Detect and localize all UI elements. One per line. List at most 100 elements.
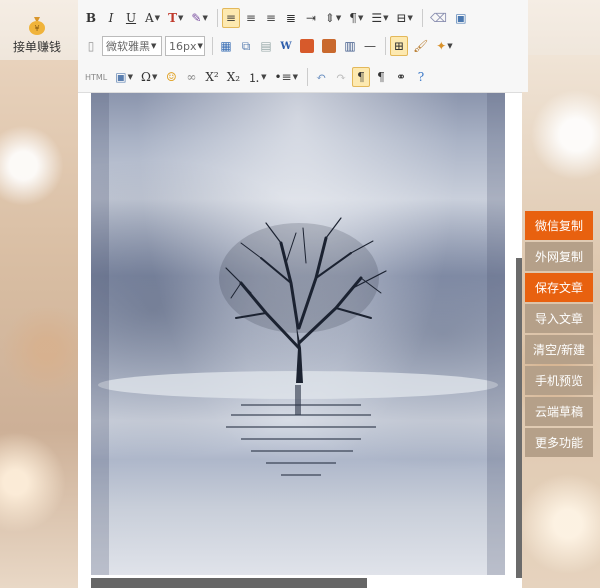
toolbar-row-1: B I U A ▼ T ▼ ✎ ▼ ≡ ≡ ≡ ≣ ⇥ ⇕ ▼ ¶ ▼ ☰ ▼ ⊟ ▼ ⌫ ▣: [78, 5, 472, 31]
more-features-button[interactable]: 更多功能: [525, 428, 593, 457]
paragraph-spacing-button[interactable]: ¶ ▼: [346, 8, 366, 28]
side-button-label: 外网复制: [534, 250, 583, 264]
magic-wand-icon: ✦: [436, 39, 447, 53]
toolbar-divider: [212, 37, 213, 55]
emoji-icon: ☺: [165, 70, 177, 84]
highlight-icon: ✎: [191, 11, 202, 25]
chevron-down-icon: ▼: [261, 73, 267, 81]
line-spacing-button[interactable]: ⇕ ▼: [322, 8, 344, 28]
import-article-button[interactable]: 导入文章: [525, 304, 593, 333]
word-import-button[interactable]: W: [277, 36, 295, 56]
align-left-button[interactable]: ≡: [221, 8, 240, 28]
cloud-draft-button[interactable]: 云端草稿: [525, 397, 593, 426]
superscript-button[interactable]: X²: [202, 67, 221, 87]
find-replace-button[interactable]: ⚭: [392, 67, 410, 87]
side-menu: 微信复制 外网复制 保存文章 导入文章 清空/新建 手机预览 云端草稿 更多功能: [525, 211, 593, 459]
subscript-button[interactable]: X₂: [224, 67, 243, 87]
toolbar-divider: [216, 9, 218, 27]
insert-shape-button[interactable]: ▣ ▼: [112, 67, 136, 87]
preview-button[interactable]: ▣: [452, 8, 470, 28]
subscript-icon: X₂: [226, 70, 241, 84]
align-right-button[interactable]: ≡: [262, 8, 280, 28]
shape-icon: ▣: [115, 70, 127, 84]
mobile-preview-button[interactable]: 手机预览: [525, 366, 593, 395]
redo-button[interactable]: ↷: [332, 67, 350, 87]
ltr-direction-button[interactable]: ¶: [352, 67, 370, 87]
emoji-button[interactable]: ☺: [162, 67, 180, 87]
insert-gallery-button[interactable]: [319, 36, 339, 56]
chevron-down-icon: ▼: [407, 14, 413, 22]
indent-button[interactable]: ⇥: [302, 8, 320, 28]
bold-button[interactable]: B: [82, 8, 100, 28]
row-spacing-button[interactable]: ☰ ▼: [368, 8, 391, 28]
indent-icon: ⇥: [305, 11, 316, 25]
tree-illustration: [91, 93, 505, 575]
help-button[interactable]: ?: [412, 67, 430, 87]
font-family-value: 微软雅黑: [106, 40, 150, 53]
earn-money-link[interactable]: ¥ 接单赚钱: [6, 14, 68, 55]
insert-image-button[interactable]: [297, 36, 317, 56]
rtl-direction-button[interactable]: ¶: [372, 67, 390, 87]
editor-content-area[interactable]: [78, 92, 522, 588]
html-source-button[interactable]: HTML: [82, 67, 110, 87]
rtl-direction-icon: ¶: [377, 70, 385, 84]
svg-text:¥: ¥: [34, 24, 39, 33]
font-color-glyph: A: [145, 11, 154, 25]
highlight-color-button[interactable]: ✎ ▼: [188, 8, 210, 28]
save-article-button[interactable]: 保存文章: [525, 273, 593, 302]
external-copy-button[interactable]: 外网复制: [525, 242, 593, 271]
eraser-button[interactable]: ⌫: [427, 8, 450, 28]
horizontal-scrollbar[interactable]: [91, 578, 367, 588]
insert-video-button[interactable]: ▥: [341, 36, 359, 56]
frame-icon: ⊞: [393, 39, 405, 53]
document-icon: ▯: [87, 39, 95, 53]
chevron-down-icon: ▼: [357, 14, 364, 22]
toolbar-divider: [421, 9, 423, 27]
paragraph-format-button[interactable]: ⊟ ▼: [393, 8, 415, 28]
undo-icon: ↶: [315, 70, 327, 84]
horizontal-rule-icon: —: [364, 39, 376, 53]
binoculars-icon: ⚭: [395, 70, 407, 84]
insert-frame-button[interactable]: ⊞: [390, 36, 408, 56]
clear-new-button[interactable]: 清空/新建: [525, 335, 593, 364]
side-button-label: 云端草稿: [534, 405, 583, 419]
table-icon: ▦: [220, 39, 232, 53]
ordered-list-button[interactable]: ⒈ ▼: [245, 67, 269, 87]
ordered-list-icon: ⒈: [248, 70, 261, 85]
underline-button[interactable]: U: [122, 8, 140, 28]
money-bag-icon: ¥: [29, 17, 45, 35]
insert-table-button[interactable]: ▦: [217, 36, 235, 56]
insert-template-button[interactable]: ⧉: [237, 36, 255, 56]
line-spacing-icon: ⇕: [324, 11, 335, 25]
toolbar-row-3: HTML ▣ ▼ Ω ▼ ☺ ∞ X² X₂ ⒈ ▼ •≡ ▼ ↶ ↷ ¶ ¶ ⚭ ?: [78, 64, 432, 90]
vertical-scrollbar[interactable]: [516, 258, 522, 578]
chevron-down-icon: ▼: [292, 73, 298, 81]
link-button[interactable]: ∞: [182, 67, 200, 87]
wechat-copy-button[interactable]: 微信复制: [525, 211, 593, 240]
page-background-left: [0, 60, 78, 588]
template-icon: ⧉: [241, 38, 251, 53]
font-family-select[interactable]: 微软雅黑 ▼: [102, 36, 162, 56]
brush-icon: 🖌: [413, 39, 429, 53]
link-icon: ∞: [186, 70, 197, 84]
special-char-button[interactable]: Ω ▼: [138, 67, 160, 87]
italic-button[interactable]: I: [102, 8, 120, 28]
font-size-value: 16px: [169, 39, 197, 53]
paste-button[interactable]: ▤: [257, 36, 275, 56]
horizontal-rule-button[interactable]: —: [361, 36, 379, 56]
undo-button[interactable]: ↶: [312, 67, 330, 87]
chevron-down-icon: ▼: [202, 14, 208, 22]
chevron-down-icon: ▼: [154, 14, 161, 22]
align-center-button[interactable]: ≡: [242, 8, 260, 28]
font-size-select[interactable]: 16px ▼: [165, 36, 205, 56]
text-style-button[interactable]: T ▼: [165, 8, 186, 28]
font-color-button[interactable]: A ▼: [142, 8, 163, 28]
side-button-label: 导入文章: [534, 312, 583, 326]
toolbar-row-2: ▯ 微软雅黑 ▼ 16px ▼ ▦ ⧉ ▤ W ▥ — ⊞ 🖌 ✦ ▼: [78, 33, 458, 59]
new-doc-button[interactable]: ▯: [82, 36, 100, 56]
align-justify-button[interactable]: ≣: [282, 8, 300, 28]
magic-wand-button[interactable]: ✦ ▼: [433, 36, 455, 56]
unordered-list-button[interactable]: •≡ ▼: [271, 67, 301, 87]
side-button-label: 清空/新建: [532, 343, 586, 357]
format-brush-button[interactable]: 🖌: [410, 36, 431, 56]
